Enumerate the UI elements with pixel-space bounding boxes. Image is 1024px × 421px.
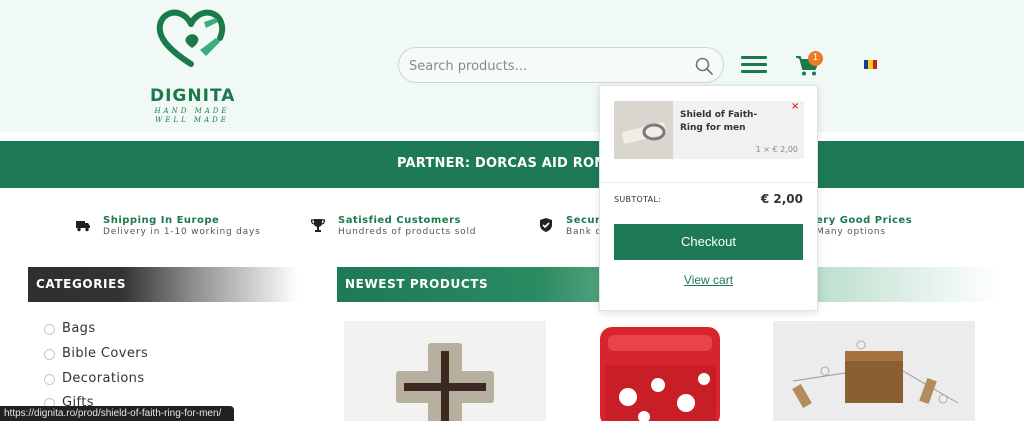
product-card-cross[interactable] — [344, 321, 546, 421]
logo-wordmark: DIGNITA — [150, 86, 236, 106]
link-status-bar: https://dignita.ro/prod/shield-of-faith-… — [0, 406, 234, 421]
logo-tagline-1: HAND MADE — [154, 107, 230, 115]
red-bag-image — [600, 327, 720, 421]
search-input[interactable] — [409, 56, 679, 76]
cart-item-quantity-price: 1 × € 2,00 — [755, 145, 798, 154]
category-label[interactable]: Bags — [62, 321, 96, 336]
feature-title: Shipping In Europe — [103, 215, 220, 226]
site-logo[interactable]: DIGNITA HAND MADE WELL MADE — [150, 8, 234, 126]
category-label[interactable]: Decorations — [62, 371, 145, 386]
categories-title: CATEGORIES — [36, 277, 127, 291]
newest-products-title: NEWEST PRODUCTS — [345, 277, 489, 291]
divider — [600, 182, 817, 183]
stone-cross-image — [396, 343, 494, 421]
feature-title: Secur — [566, 215, 601, 226]
heart-hands-logo-icon — [156, 9, 226, 67]
hamburger-menu-icon[interactable] — [741, 56, 767, 74]
site-header: DIGNITA HAND MADE WELL MADE 1 — [0, 0, 1024, 132]
remove-item-icon[interactable]: × — [791, 101, 799, 112]
partner-banner: PARTNER: DORCAS AID ROMA — [0, 141, 1024, 188]
ring-product-image — [614, 101, 673, 159]
trophy-icon — [310, 219, 326, 232]
category-label[interactable]: Bible Covers — [62, 346, 148, 361]
product-card-red-bag[interactable] — [558, 321, 760, 421]
categories-heading: CATEGORIES — [28, 267, 298, 302]
product-thumbnail[interactable] — [614, 101, 673, 159]
feature-subtitle: Many options — [816, 227, 886, 237]
mini-cart-dropdown: Shield of Faith- Ring for men × 1 × € 2,… — [599, 85, 818, 311]
wooden-box-image — [792, 340, 959, 409]
logo-tagline-2: WELL MADE — [155, 116, 229, 124]
radio-icon[interactable] — [44, 349, 55, 360]
subtotal-label: SUBTOTAL: — [614, 195, 662, 204]
feature-title: ery Good Prices — [816, 215, 913, 226]
truck-icon — [76, 221, 90, 232]
checkout-button[interactable]: Checkout — [614, 224, 803, 260]
cart-count-badge[interactable]: 1 — [808, 51, 823, 66]
feature-subtitle: Delivery in 1-10 working days — [103, 227, 261, 237]
mini-cart-item[interactable]: Shield of Faith- Ring for men × 1 × € 2,… — [614, 101, 804, 159]
shield-check-icon — [540, 218, 552, 232]
subtotal-value: € 2,00 — [760, 192, 803, 206]
search-icon[interactable] — [694, 56, 714, 76]
cart-item-name[interactable]: Shield of Faith- Ring for men — [680, 109, 780, 135]
feature-subtitle: Bank c — [566, 227, 602, 237]
feature-title: Satisfied Customers — [338, 215, 461, 226]
radio-icon[interactable] — [44, 374, 55, 385]
banner-text: PARTNER: DORCAS AID ROMA — [397, 156, 618, 171]
radio-icon[interactable] — [44, 324, 55, 335]
feature-subtitle: Hundreds of products sold — [338, 227, 477, 237]
search-box[interactable] — [398, 47, 724, 83]
view-cart-link[interactable]: View cart — [600, 273, 817, 287]
product-card-wooden-box[interactable] — [773, 321, 975, 421]
romania-flag-icon[interactable] — [864, 60, 877, 69]
